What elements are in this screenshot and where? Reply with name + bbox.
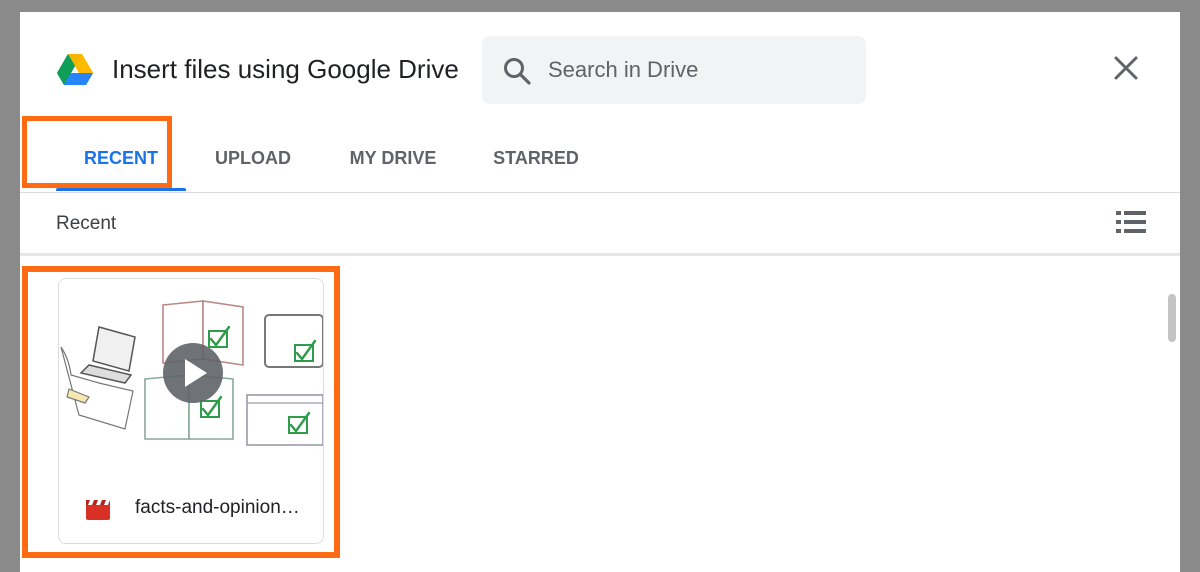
tab-recent[interactable]: RECENT <box>56 128 186 190</box>
section-header: Recent <box>20 193 1180 256</box>
video-thumbnail <box>59 279 323 459</box>
tab-bar: RECENT UPLOAD MY DRIVE STARRED <box>20 128 1180 193</box>
tab-upload[interactable]: UPLOAD <box>210 128 296 190</box>
dialog-title: Insert files using Google Drive <box>112 54 459 84</box>
google-drive-icon <box>57 54 93 85</box>
file-grid: facts-and-opinion… <box>20 256 1180 572</box>
dialog-header: Insert files using Google Drive <box>20 12 1180 128</box>
file-info: facts-and-opinion… <box>59 475 323 535</box>
video-file-icon <box>86 500 110 520</box>
file-name: facts-and-opinion… <box>135 497 300 518</box>
tab-starred[interactable]: STARRED <box>490 128 582 190</box>
search-input[interactable] <box>548 54 848 86</box>
section-label: Recent <box>56 213 117 234</box>
close-icon[interactable] <box>1110 52 1142 84</box>
tab-my-drive[interactable]: MY DRIVE <box>338 128 448 190</box>
search-icon <box>504 58 531 85</box>
active-tab-indicator <box>56 188 186 191</box>
list-view-icon[interactable] <box>1116 209 1146 235</box>
search-box[interactable] <box>482 36 866 104</box>
file-card[interactable]: facts-and-opinion… <box>58 278 324 544</box>
scrollbar-thumb[interactable] <box>1168 294 1176 342</box>
drive-picker-dialog: Insert files using Google Drive RECENT U… <box>20 12 1180 572</box>
